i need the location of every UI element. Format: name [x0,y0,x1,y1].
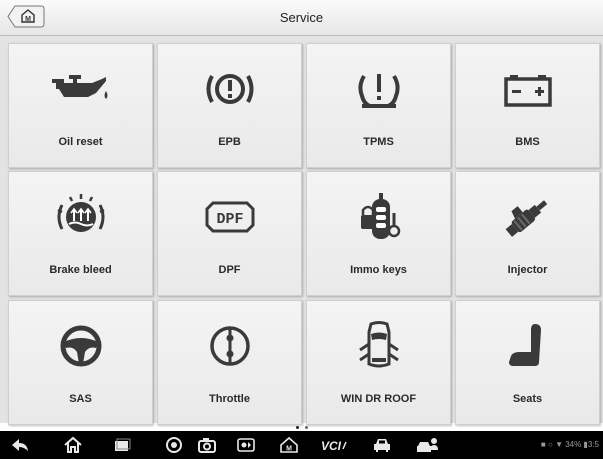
battery-percent: 34% [565,440,582,449]
maxisys-home-icon[interactable]: M [279,436,299,454]
tile-label: Brake bleed [49,264,112,276]
recent-apps-icon[interactable] [112,436,132,454]
message-icon: ■ [540,440,546,449]
tile-label: Injector [507,264,548,276]
tile-immo-keys[interactable]: Immo keys [306,171,451,296]
tile-label: DPF [218,264,241,276]
tile-label: BMS [515,136,540,148]
page-title: Service [279,10,324,25]
injector-icon [456,186,599,248]
page-dot[interactable] [304,426,308,429]
tile-label: WIN DR ROOF [340,393,417,405]
tile-label: Oil reset [58,136,103,148]
car-icon[interactable] [372,436,392,454]
tile-seats[interactable]: Seats [455,300,600,425]
tile-oil-reset[interactable]: Oil reset [8,43,153,168]
tile-label: SAS [69,393,92,405]
tile-label: TPMS [363,136,394,148]
tile-throttle[interactable]: Throttle [157,300,302,425]
vci-icon[interactable]: VCI [320,436,348,454]
car-doors-icon [307,315,450,377]
tile-dpf[interactable]: DPF DPF [157,171,302,296]
user-car-icon[interactable] [416,436,440,454]
dpf-icon-text: DPF [216,211,243,228]
tile-label: Seats [512,393,543,405]
home-icon[interactable] [63,436,83,454]
camera-icon[interactable] [197,436,217,454]
tile-label: EPB [218,136,241,148]
oil-can-icon [9,58,152,120]
service-grid: Oil reset EPB TPMS BMS Brake bleed DPF D… [0,36,603,425]
page-dot-active[interactable] [295,426,299,429]
vci-label: VCI [321,439,342,453]
tile-label: Immo keys [350,264,407,276]
tile-label: Throttle [209,393,250,405]
tire-pressure-icon [307,58,450,120]
tile-epb[interactable]: EPB [157,43,302,168]
steering-wheel-icon [9,315,152,377]
tile-win-dr-roof[interactable]: WIN DR ROOF [306,300,451,425]
system-navbar: M VCI ■ ○ ▼ 34% ▮3:5 [0,431,603,459]
status-area: ■ ○ ▼ 34% ▮3:5 [541,440,599,449]
clock: 3:5 [587,440,599,449]
screen-capture-icon[interactable] [236,436,256,454]
svg-text:M: M [286,446,292,453]
dpf-icon: DPF [158,186,301,248]
tile-tpms[interactable]: TPMS [306,43,451,168]
immo-keys-icon [307,186,450,248]
tile-bms[interactable]: BMS [455,43,600,168]
sync-icon: ○ [547,440,553,449]
tile-sas[interactable]: SAS [8,300,153,425]
back-icon[interactable] [10,436,30,454]
battery-icon [456,58,599,120]
header-bar: M Service [0,0,603,36]
tile-injector[interactable]: Injector [455,171,600,296]
parking-brake-icon [158,58,301,120]
browser-icon[interactable] [164,436,184,454]
throttle-icon [158,315,301,377]
seat-icon [456,315,599,377]
wifi-icon: ▼ [555,440,563,449]
tile-brake-bleed[interactable]: Brake bleed [8,171,153,296]
brake-bleed-icon [9,186,152,248]
page-indicator [0,416,603,429]
